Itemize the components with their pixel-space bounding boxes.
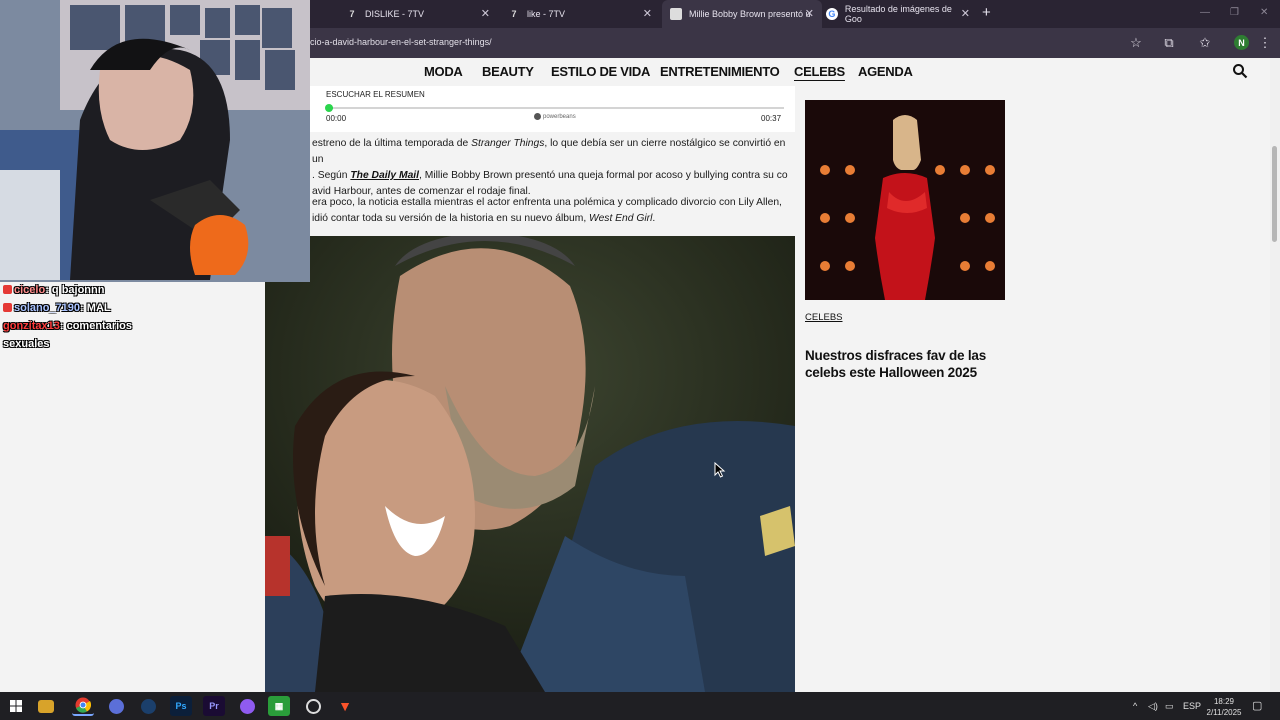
chat-username: gonzitax13 (3, 320, 60, 332)
article-paragraph-2: era poco, la noticia estalla mientras el… (312, 195, 794, 227)
close-tab-icon[interactable]: ✕ (961, 7, 970, 20)
powered-by-logo: powerbeans (534, 113, 576, 120)
extensions-icon[interactable]: ⧉ (1160, 34, 1178, 52)
player-current-time: 00:00 (326, 114, 347, 123)
nav-agenda[interactable]: AGENDA (858, 64, 913, 79)
tab-label: Resultado de imágenes de Goo (844, 4, 952, 24)
player-progress-track[interactable] (328, 107, 784, 109)
tab-label: like - 7TV (527, 9, 566, 19)
nav-celebs[interactable]: CELEBS (794, 64, 845, 79)
chrome-profile-icon[interactable] (105, 696, 127, 716)
reading-list-icon[interactable]: ✩ (1196, 34, 1214, 52)
text-run: idió contar toda su versión de la histor… (312, 213, 590, 224)
profile-avatar[interactable]: N (1234, 35, 1249, 50)
google-icon: G (826, 8, 838, 20)
chat-username: solano_7190 (14, 302, 81, 314)
scrollbar-thumb[interactable] (1272, 146, 1277, 242)
chat-message-continuation: sexuales (3, 338, 49, 350)
text-run: era poco, la noticia estalla mientras el… (312, 197, 782, 208)
obs-icon[interactable] (302, 696, 324, 716)
windows-start-icon[interactable] (5, 696, 27, 716)
photo-illustration (805, 100, 1005, 300)
volume-icon[interactable]: ◁) (1148, 701, 1158, 712)
powered-by-label: powerbeans (543, 113, 576, 120)
minecraft-icon[interactable]: ▦ (268, 696, 290, 716)
text-run: , Millie Bobby Brown presentó una queja … (419, 170, 788, 181)
minimize-icon[interactable]: — (1200, 7, 1210, 18)
url-field[interactable]: cio-a-david-harbour-en-el-set-stranger-t… (310, 37, 492, 47)
system-clock[interactable]: 18:29 2/11/2025 (1200, 696, 1248, 718)
chat-text: comentarios (66, 320, 133, 332)
chat-text: sexuales (3, 338, 50, 350)
halloween-celeb-photo[interactable] (805, 100, 1005, 300)
stream-chat-overlay: cicelo: q bajonnn solano_7190: MAL gonzi… (0, 282, 265, 692)
close-tab-icon[interactable]: ✕ (805, 7, 814, 20)
close-window-icon[interactable]: ✕ (1260, 7, 1268, 18)
address-bar: cio-a-david-harbour-en-el-set-stranger-t… (310, 28, 1280, 58)
browser-tab-bar: 7 DISLIKE - 7TV ✕ 7 like - 7TV ✕ Millie … (310, 0, 1280, 28)
search-icon[interactable] (1232, 63, 1248, 79)
mouse-cursor-icon (714, 462, 726, 478)
tab-label: DISLIKE - 7TV (365, 9, 425, 19)
webcam-illustration (0, 0, 310, 282)
clock-date: 2/11/2025 (1206, 708, 1242, 717)
text-run: West End Girl (589, 213, 653, 224)
tab-dislike-7tv[interactable]: 7 DISLIKE - 7TV ✕ (338, 0, 498, 28)
audio-summary-player: ESCUCHAR EL RESUMEN 00:00 powerbeans 00:… (310, 86, 795, 132)
menu-kebab-icon[interactable]: ⋮ (1256, 34, 1274, 52)
text-run: Stranger Things (471, 138, 545, 149)
steam-icon[interactable] (137, 696, 159, 716)
chat-message: gonzitax13: comentarios (3, 320, 133, 332)
brave-icon[interactable]: ▼ (334, 696, 356, 716)
tab-like-7tv[interactable]: 7 like - 7TV ✕ (500, 0, 660, 28)
chat-badge-icon (3, 303, 12, 312)
nav-estilo-de-vida[interactable]: ESTILO DE VIDA (551, 64, 650, 79)
site-nav: MODA BEAUTY ESTILO DE VIDA ENTRETENIMIEN… (310, 58, 1270, 86)
sidebar-article-title[interactable]: Nuestros disfraces fav de las celebs est… (805, 347, 1005, 381)
photoshop-icon[interactable]: Ps (170, 696, 192, 716)
network-icon[interactable]: ▭ (1165, 701, 1174, 712)
chat-message: solano_7190: MAL (3, 302, 111, 314)
tab-google-images[interactable]: G Resultado de imágenes de Goo ✕ (818, 0, 978, 28)
chat-text: MAL (86, 302, 111, 314)
chat-badge-icon (3, 285, 12, 294)
player-duration: 00:37 (761, 114, 782, 123)
close-tab-icon[interactable]: ✕ (481, 7, 490, 20)
close-tab-icon[interactable]: ✕ (643, 7, 652, 20)
tab-label: Millie Bobby Brown presentó u (689, 9, 811, 19)
bookmark-star-icon[interactable]: ☆ (1127, 34, 1145, 52)
site-icon (670, 8, 682, 20)
daily-mail-link[interactable]: The Daily Mail (350, 170, 419, 181)
7tv-icon: 7 (349, 9, 355, 19)
language-indicator[interactable]: ESP (1183, 701, 1201, 711)
text-run: . (652, 213, 656, 224)
text-run: estreno de la última temporada de (312, 138, 472, 149)
file-explorer-icon[interactable] (38, 700, 54, 713)
windows-taskbar: Ps Pr ▦ ▼ ^ ◁) ▭ ESP 18:29 2/11/2025 ▢ (0, 692, 1280, 720)
player-scrubber-handle[interactable] (325, 104, 333, 112)
7tv-icon: 7 (511, 9, 517, 19)
chat-text: q bajonnn (51, 284, 105, 296)
powerbeans-icon (534, 113, 541, 120)
article-paragraph-1: estreno de la última temporada de Strang… (312, 136, 794, 200)
nav-moda[interactable]: MODA (424, 64, 463, 79)
notifications-icon[interactable]: ▢ (1252, 699, 1262, 712)
nav-entretenimiento[interactable]: ENTRETENIMIENTO (660, 64, 780, 79)
tab-millie-article[interactable]: Millie Bobby Brown presentó u ✕ (662, 0, 822, 28)
chrome-icon[interactable] (72, 696, 94, 716)
tray-overflow-icon[interactable]: ^ (1133, 701, 1137, 711)
sidebar-category-link[interactable]: CELEBS (805, 312, 843, 323)
clock-time: 18:29 (1213, 697, 1235, 706)
premiere-icon[interactable]: Pr (203, 696, 225, 716)
maximize-icon[interactable]: ❐ (1230, 7, 1239, 18)
nav-beauty[interactable]: BEAUTY (482, 64, 534, 79)
player-title: ESCUCHAR EL RESUMEN (326, 90, 425, 99)
new-tab-button[interactable]: + (982, 4, 991, 21)
chat-message: cicelo: q bajonnn (3, 284, 104, 296)
page-scrollbar[interactable] (1270, 58, 1280, 692)
text-run: . Según (312, 170, 351, 181)
podcast-app-icon[interactable] (236, 696, 258, 716)
chat-username: cicelo (14, 284, 46, 296)
webcam-overlay (0, 0, 310, 282)
